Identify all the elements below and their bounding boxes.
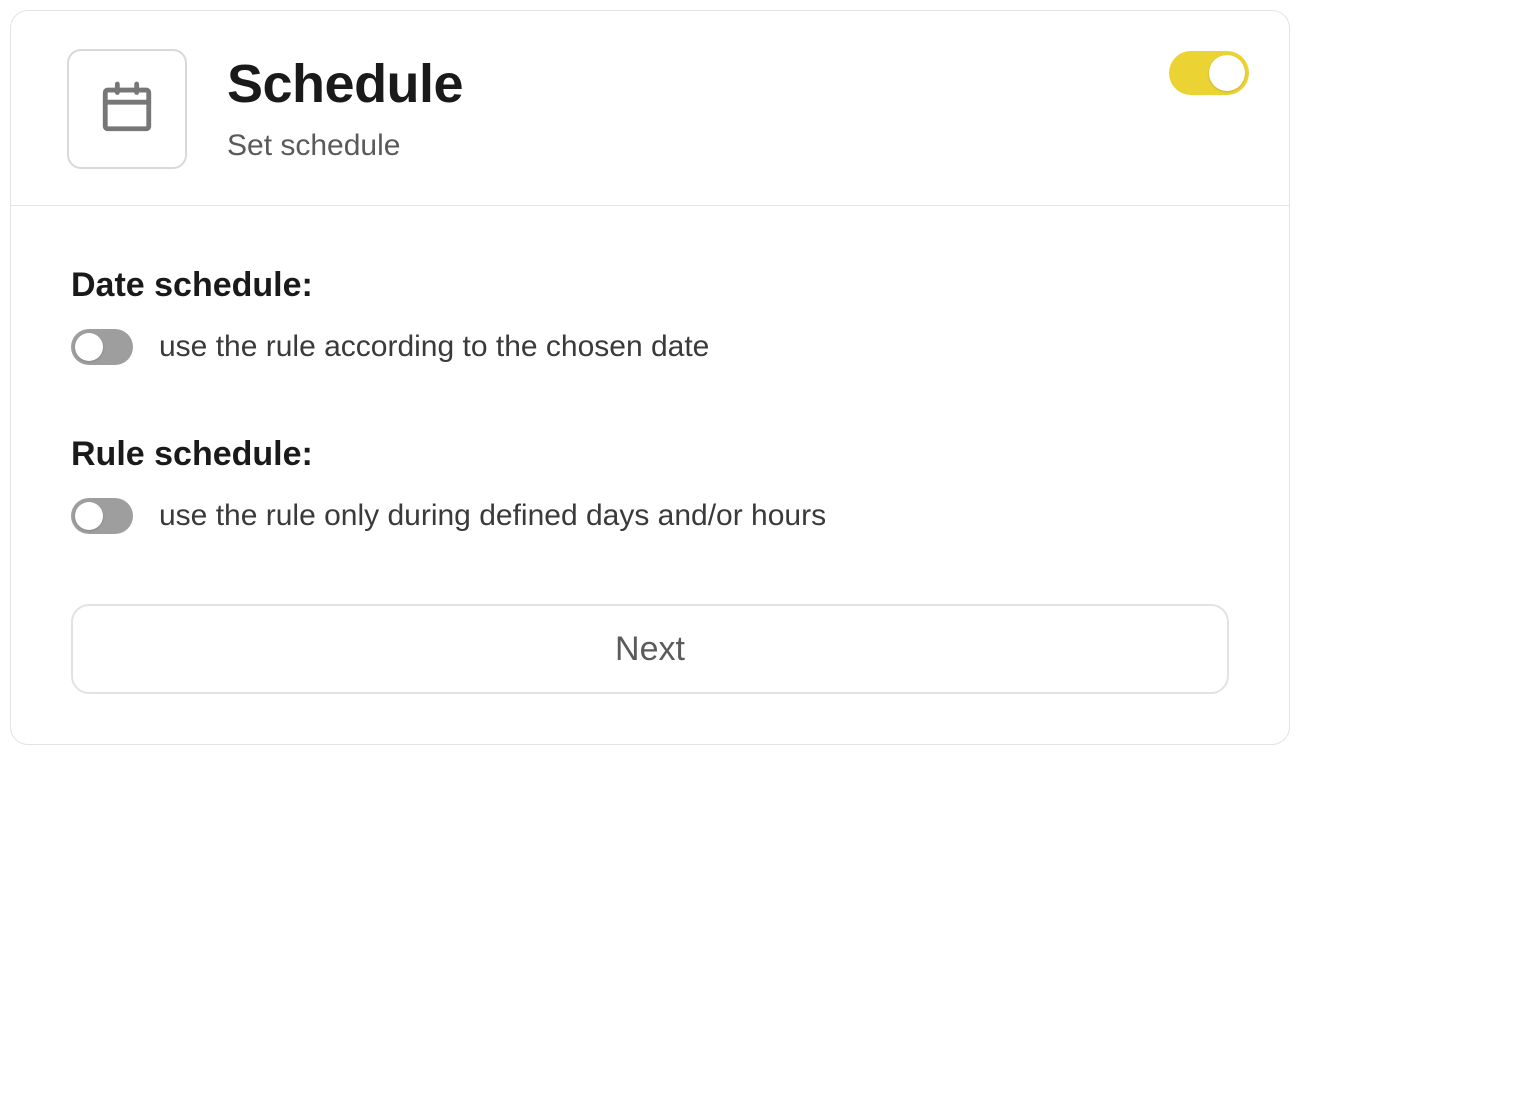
next-button[interactable]: Next: [71, 604, 1229, 694]
rule-schedule-option: use the rule only during defined days an…: [71, 498, 1229, 534]
next-button-label: Next: [615, 630, 685, 669]
date-schedule-label: use the rule according to the chosen dat…: [159, 330, 709, 364]
page-subtitle: Set schedule: [227, 129, 1247, 163]
rule-schedule-label: use the rule only during defined days an…: [159, 499, 826, 533]
header-text: Schedule Set schedule: [227, 55, 1247, 162]
date-schedule-option: use the rule according to the chosen dat…: [71, 329, 1229, 365]
rule-schedule-section: Rule schedule: use the rule only during …: [71, 435, 1229, 534]
schedule-enable-toggle[interactable]: [1169, 51, 1249, 95]
date-schedule-section: Date schedule: use the rule according to…: [71, 266, 1229, 365]
calendar-icon-box: [67, 49, 187, 169]
date-schedule-toggle[interactable]: [71, 329, 133, 365]
page-title: Schedule: [227, 55, 1247, 114]
schedule-card: Schedule Set schedule Date schedule: use…: [10, 10, 1290, 745]
card-body: Date schedule: use the rule according to…: [11, 206, 1289, 744]
card-header: Schedule Set schedule: [11, 11, 1289, 206]
rule-schedule-toggle[interactable]: [71, 498, 133, 534]
calendar-icon: [98, 78, 156, 141]
date-schedule-title: Date schedule:: [71, 266, 1229, 305]
rule-schedule-title: Rule schedule:: [71, 435, 1229, 474]
